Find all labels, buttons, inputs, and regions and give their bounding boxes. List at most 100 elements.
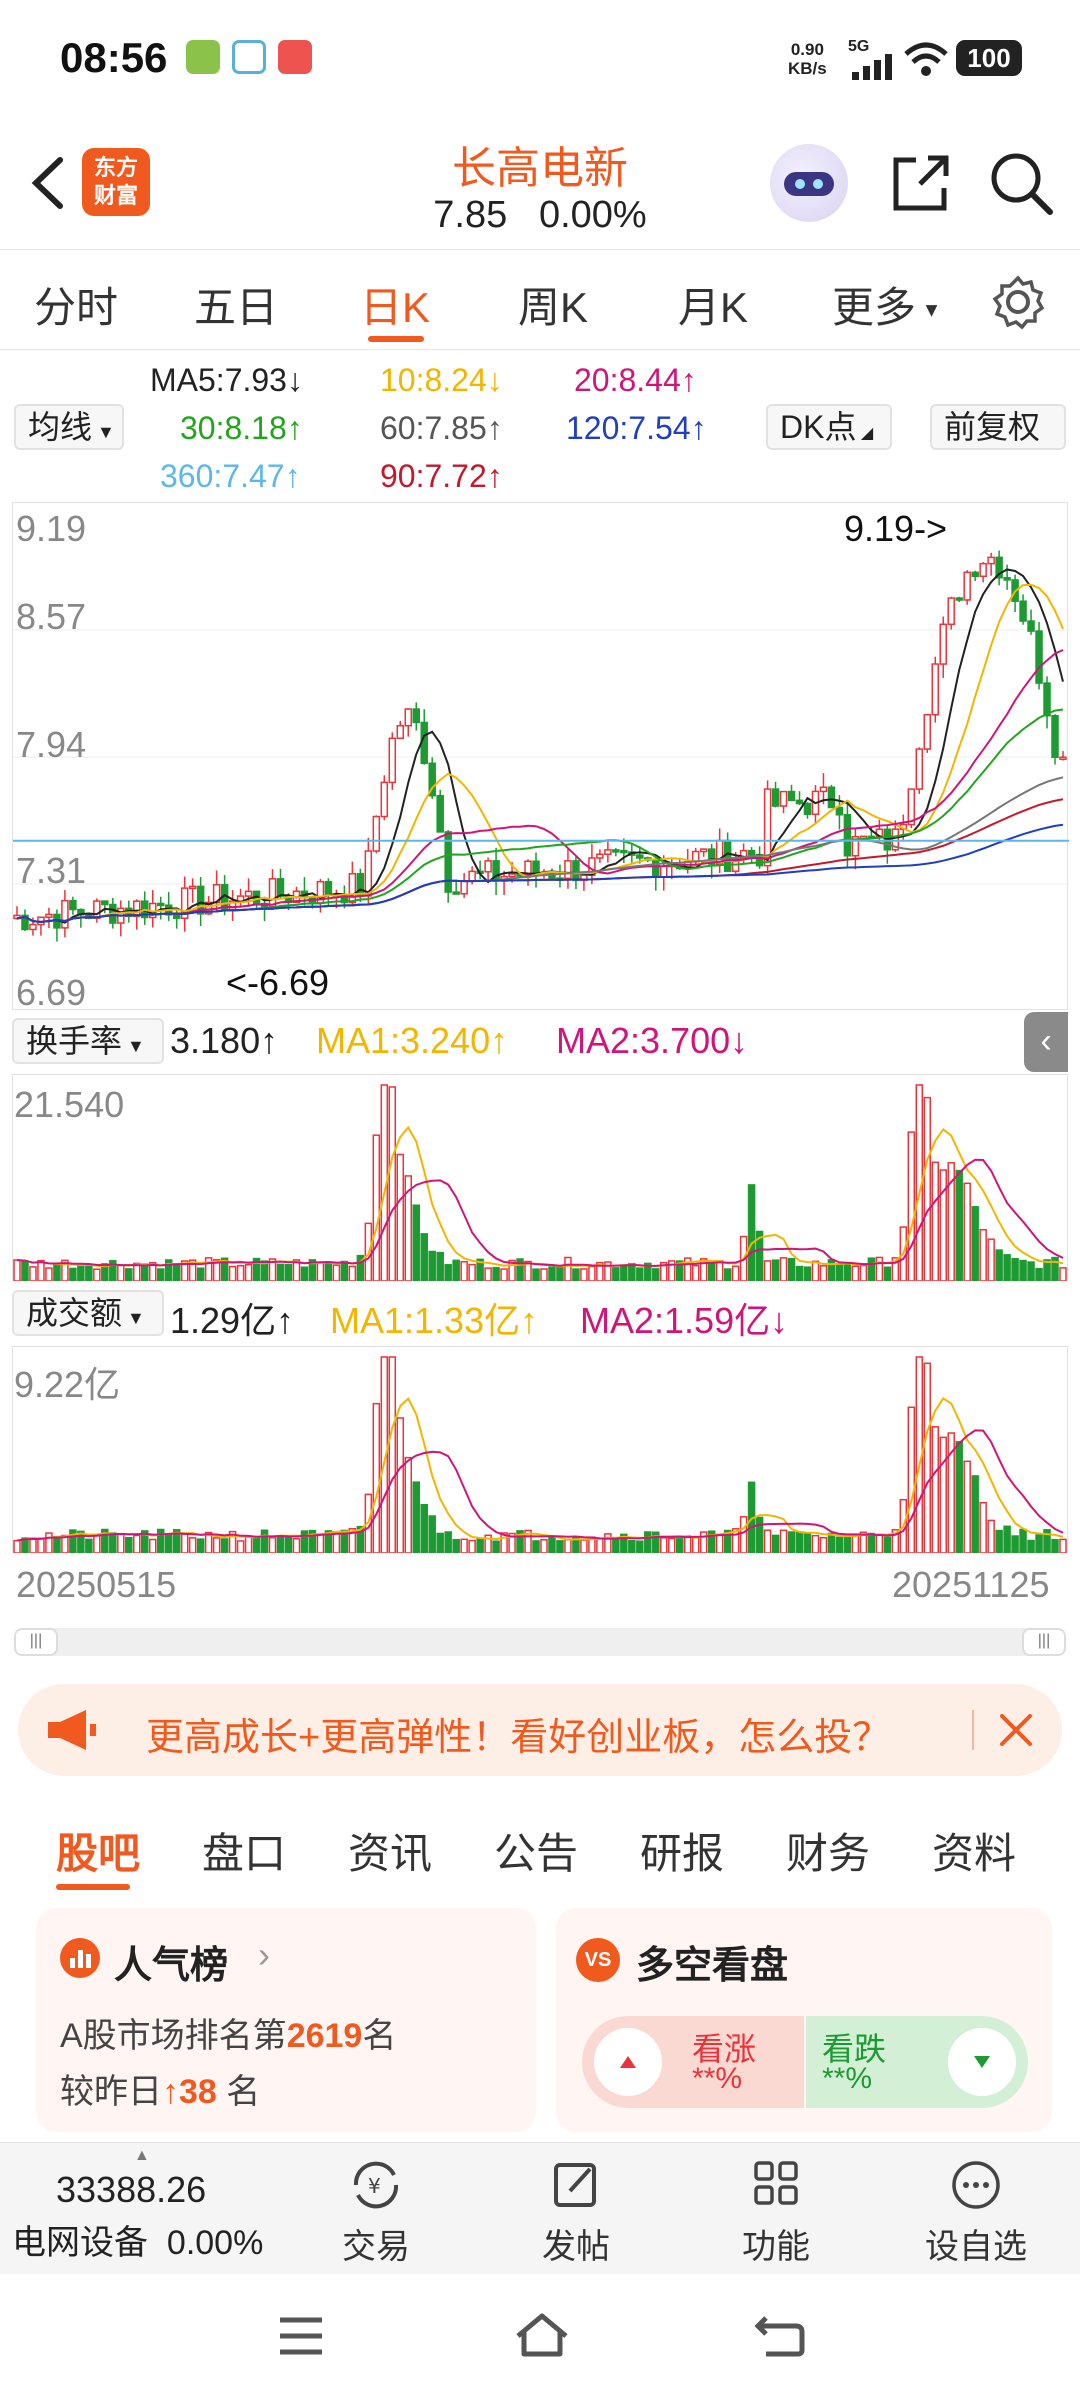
volume-bar xyxy=(851,1534,860,1554)
index-info[interactable]: 电网设备 0.00% xyxy=(12,2215,263,2264)
tab-more[interactable]: 更多 ▼ xyxy=(832,274,941,335)
post-button[interactable]: 发帖 xyxy=(516,2157,636,2268)
volume-bar xyxy=(787,1257,796,1282)
volume-bar xyxy=(412,1204,420,1282)
back-icon[interactable] xyxy=(752,2310,808,2360)
tab-daily-k[interactable]: 日K xyxy=(360,274,430,335)
volume-bar xyxy=(532,1268,540,1282)
bull-value: **% xyxy=(692,2062,743,2095)
tab-weekly-k[interactable]: 周K xyxy=(518,274,588,335)
trade-button[interactable]: ¥ 交易 xyxy=(316,2157,436,2268)
volume-bar xyxy=(931,1161,939,1282)
volume-bar xyxy=(683,1535,692,1554)
collapse-panel-icon[interactable]: ‹ xyxy=(1024,1012,1068,1072)
volume-bar xyxy=(388,1356,397,1554)
candle-body xyxy=(572,860,580,882)
scroller-right-handle[interactable]: ||| xyxy=(1022,1628,1066,1656)
candle-body xyxy=(452,891,460,895)
expand-caret-icon[interactable]: ▲ xyxy=(134,2147,150,2165)
stock-price: 7.85 xyxy=(433,194,508,236)
volume-bar xyxy=(580,1539,588,1554)
volume-bar xyxy=(811,1534,820,1554)
volume-ma1: MA1:1.33亿↑ xyxy=(330,1300,539,1341)
tab-research[interactable]: 研报 xyxy=(640,1820,724,1881)
volume-bar xyxy=(819,1265,828,1282)
volume-bar xyxy=(931,1426,939,1554)
ma-line xyxy=(16,776,1064,923)
ma60-value: 60:7.85↑ xyxy=(380,410,503,446)
volume-bar xyxy=(85,1265,93,1282)
adjust-mode-button[interactable]: 前复权 xyxy=(930,404,1066,450)
dk-point-button[interactable]: DK点 ◢ xyxy=(766,404,892,450)
candle-body xyxy=(372,815,381,852)
y-axis-label: 7.31 xyxy=(16,850,87,891)
volume-bar xyxy=(819,1537,828,1554)
volume-bar xyxy=(907,1406,916,1554)
menu-icon[interactable] xyxy=(276,2314,326,2358)
candle-body xyxy=(404,708,413,727)
volume-bar xyxy=(1003,1254,1011,1282)
volume-bar xyxy=(628,1262,636,1282)
add-watchlist-button[interactable]: 设自选 xyxy=(916,2157,1036,2268)
volume-bar xyxy=(284,1535,293,1554)
tab-five-day[interactable]: 五日 xyxy=(194,274,278,335)
turnover-selector[interactable]: 换手率 ▼ xyxy=(12,1018,164,1064)
bear-button[interactable]: 看跌 **% xyxy=(806,2016,1028,2108)
turnover-chart[interactable] xyxy=(12,1074,1068,1282)
turnover-ma2: MA2:3.700↓ xyxy=(556,1020,749,1061)
tab-announcements[interactable]: 公告 xyxy=(494,1820,578,1881)
share-icon[interactable] xyxy=(886,148,956,218)
scroller-left-handle[interactable]: ||| xyxy=(14,1628,58,1656)
volume-bar xyxy=(1051,1539,1059,1554)
volume-bar xyxy=(883,1536,892,1554)
candle-body xyxy=(101,900,109,906)
volume-chart[interactable] xyxy=(12,1346,1068,1554)
candle-body xyxy=(931,663,939,716)
candle-body xyxy=(915,748,924,790)
volume-bar xyxy=(556,1540,564,1554)
tab-financials[interactable]: 财务 xyxy=(786,1820,870,1881)
tab-guba[interactable]: 股吧 xyxy=(56,1820,140,1881)
indicator-selector[interactable]: 均线 ▼ xyxy=(14,404,124,450)
volume-bar xyxy=(532,1540,540,1554)
promo-banner[interactable]: 更高成长+更高弹性！看好创业板，怎么投？ xyxy=(18,1684,1062,1776)
sentiment-card[interactable]: VS 多空看盘 看涨 **% 看跌 **% xyxy=(556,1908,1052,2132)
volume-bar xyxy=(1019,1528,1027,1554)
volume-bar xyxy=(388,1086,397,1282)
tab-news[interactable]: 资讯 xyxy=(348,1820,432,1881)
ai-assistant-icon[interactable] xyxy=(770,144,848,222)
volume-bar xyxy=(548,1266,556,1282)
back-arrow-icon[interactable] xyxy=(22,148,82,218)
y-axis-label: 6.69 xyxy=(16,972,87,1013)
home-icon[interactable] xyxy=(512,2310,572,2360)
volume-bar xyxy=(396,1417,405,1554)
volume-bar xyxy=(260,1529,269,1554)
volume-bar xyxy=(196,1538,205,1554)
range-scroller[interactable]: ||| ||| xyxy=(14,1628,1066,1656)
tab-intraday[interactable]: 分时 xyxy=(34,274,118,335)
candle-body xyxy=(532,860,540,875)
index-value[interactable]: 33388.26 xyxy=(56,2169,206,2211)
candle-body xyxy=(388,737,397,784)
app-logo[interactable]: 东方 财富 xyxy=(82,148,150,216)
candle-body xyxy=(268,878,277,908)
volume-selector[interactable]: 成交额 ▼ xyxy=(12,1290,164,1336)
candle-body xyxy=(987,556,995,565)
tab-pankou[interactable]: 盘口 xyxy=(202,1820,286,1881)
tab-profile[interactable]: 资料 xyxy=(932,1820,1016,1881)
stock-quote: 7.85 0.00% xyxy=(340,194,740,237)
settings-gear-icon[interactable] xyxy=(990,274,1046,330)
tab-monthly-k[interactable]: 月K xyxy=(678,274,748,335)
volume-bar xyxy=(1019,1259,1027,1282)
volume-bar xyxy=(21,1260,29,1282)
popularity-card[interactable]: 人气榜 › A股市场排名第2619名 较昨日↑38 名 xyxy=(36,1908,536,2132)
ma120-value: 120:7.54↑ xyxy=(566,410,707,446)
kline-chart[interactable] xyxy=(12,502,1069,1010)
bull-button[interactable]: 看涨 **% xyxy=(582,2016,804,2108)
close-icon[interactable] xyxy=(994,1708,1038,1752)
volume-bar xyxy=(955,1169,963,1282)
functions-button[interactable]: 功能 xyxy=(716,2157,836,2268)
volume-bar xyxy=(45,1532,53,1554)
corner-arrow-icon: ◢ xyxy=(856,425,874,442)
search-icon[interactable] xyxy=(986,148,1056,218)
